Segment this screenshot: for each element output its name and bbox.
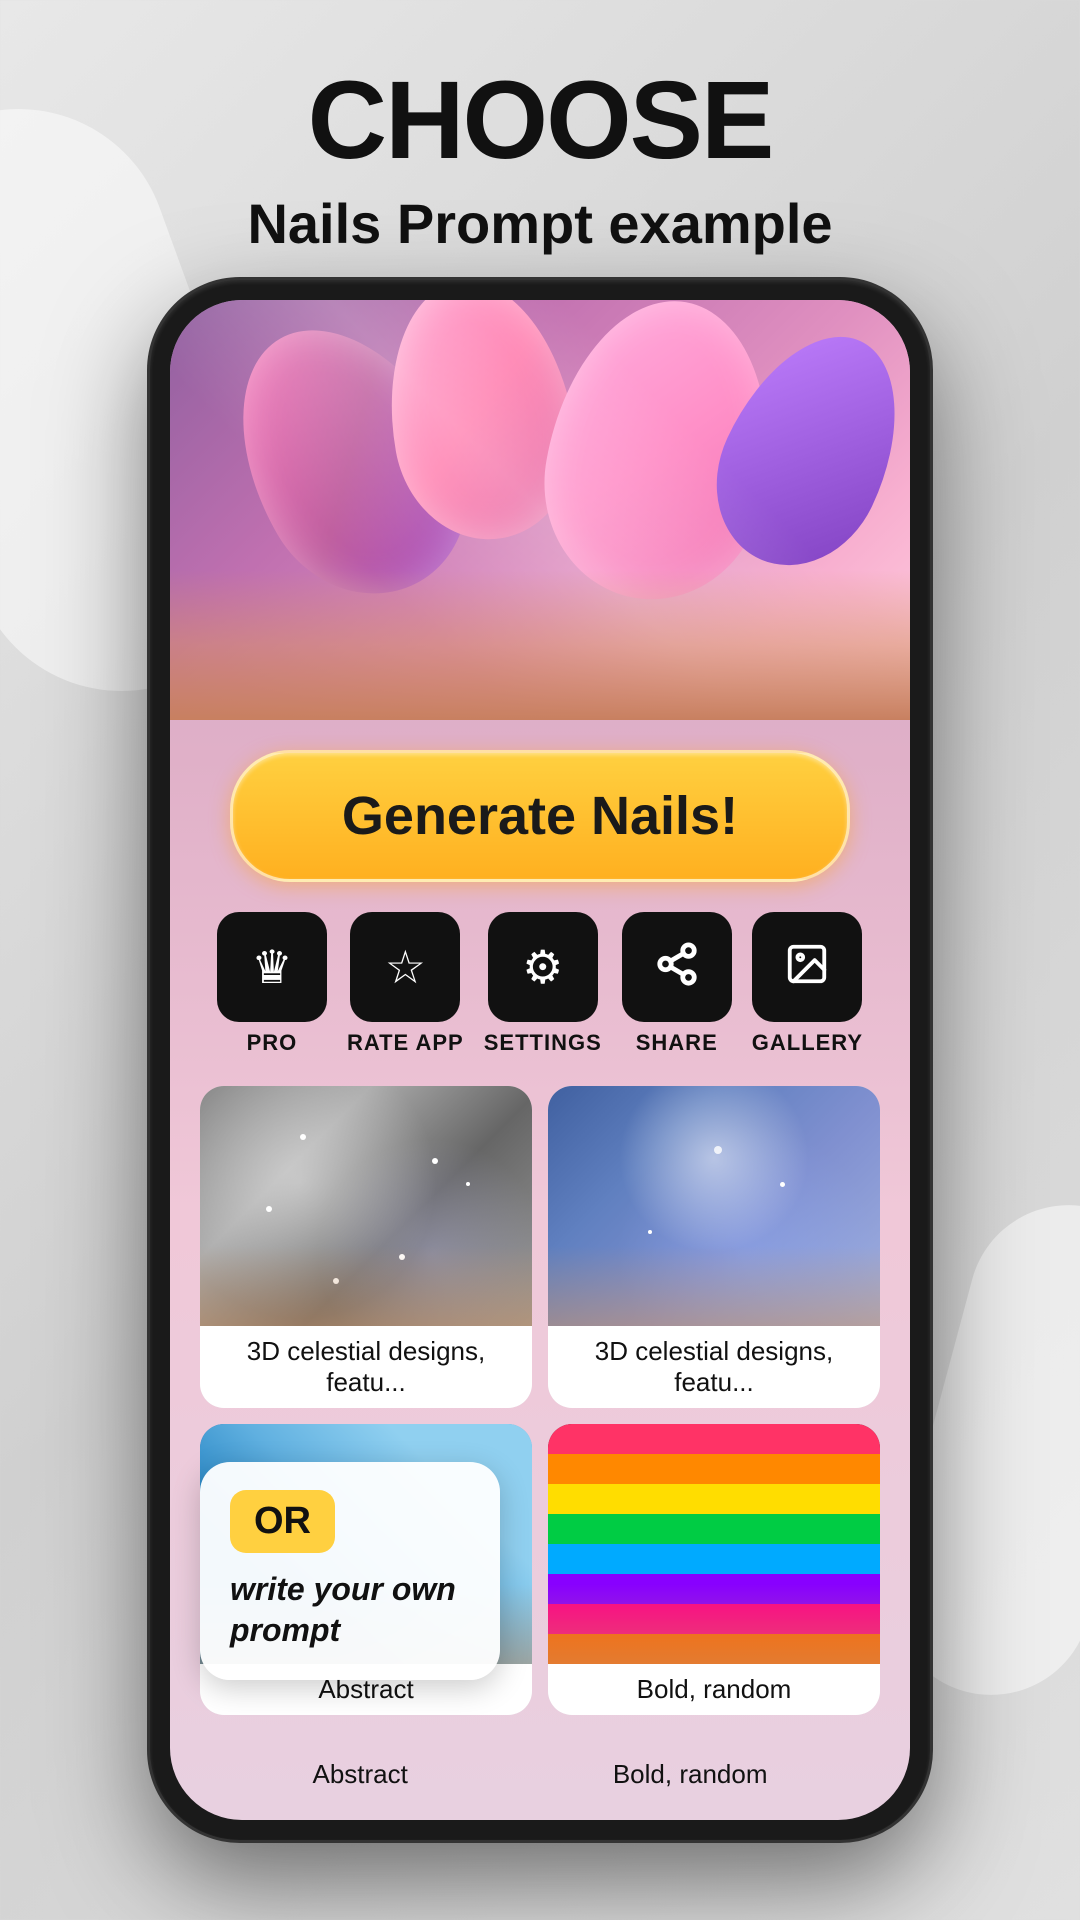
or-badge: OR — [230, 1490, 335, 1553]
gallery-label-1: 3D celestial designs, featu... — [200, 1326, 532, 1408]
generate-nails-button[interactable]: Generate Nails! — [230, 750, 850, 882]
pro-label: PRO — [247, 1030, 298, 1056]
toolbar-item-gallery[interactable]: GALLERY — [752, 912, 863, 1056]
toolbar-item-rate-app[interactable]: ☆ RATE APP — [347, 912, 464, 1056]
gallery-label: GALLERY — [752, 1030, 863, 1056]
or-prompt-box: OR write your own prompt — [200, 1462, 500, 1680]
toolbar-item-share[interactable]: SHARE — [622, 912, 732, 1056]
phone-screen: Generate Nails! ♛ PRO ☆ RATE APP — [170, 300, 910, 1820]
skin-overlay-1 — [200, 1246, 532, 1326]
bottom-label-right: Bold, random — [613, 1759, 768, 1790]
pro-icon-box[interactable]: ♛ — [217, 912, 327, 1022]
gallery-label-2: 3D celestial designs, featu... — [548, 1326, 880, 1408]
nail-hand — [170, 570, 910, 720]
skin-overlay-4 — [548, 1584, 880, 1664]
gallery-thumb-1 — [200, 1086, 532, 1326]
toolbar-item-pro[interactable]: ♛ PRO — [217, 912, 327, 1056]
settings-icon-box[interactable]: ⚙ — [488, 912, 598, 1022]
gallery-thumb-4 — [548, 1424, 880, 1664]
gallery-item-1[interactable]: 3D celestial designs, featu... — [200, 1086, 532, 1408]
skin-overlay-2 — [548, 1246, 880, 1326]
nail-hero-image — [170, 300, 910, 720]
gallery-thumb-2 — [548, 1086, 880, 1326]
phone-shell: Generate Nails! ♛ PRO ☆ RATE APP — [150, 280, 930, 1840]
page-subtitle: Nails Prompt example — [40, 191, 1040, 256]
page-title: CHOOSE — [40, 60, 1040, 181]
bottom-labels: Abstract Bold, random — [170, 1759, 910, 1790]
gear-icon: ⚙ — [522, 944, 563, 990]
share-icon — [654, 941, 700, 994]
gallery-label-4: Bold, random — [548, 1664, 880, 1715]
bottom-label-left: Abstract — [312, 1759, 407, 1790]
toolbar-item-settings[interactable]: ⚙ SETTINGS — [484, 912, 602, 1056]
toolbar: ♛ PRO ☆ RATE APP ⚙ SETTINGS — [170, 902, 910, 1076]
settings-label: SETTINGS — [484, 1030, 602, 1056]
gallery-icon — [784, 941, 830, 994]
or-prompt-text: write your own prompt — [230, 1569, 470, 1652]
phone-mockup: Generate Nails! ♛ PRO ☆ RATE APP — [150, 280, 930, 1840]
star-icon: ☆ — [385, 944, 426, 990]
crown-icon: ♛ — [251, 944, 292, 990]
rate-app-label: RATE APP — [347, 1030, 464, 1056]
generate-button-container: Generate Nails! — [170, 720, 910, 902]
share-icon-box[interactable] — [622, 912, 732, 1022]
rate-app-icon-box[interactable]: ☆ — [350, 912, 460, 1022]
share-label: SHARE — [636, 1030, 718, 1056]
gallery-item-2[interactable]: 3D celestial designs, featu... — [548, 1086, 880, 1408]
gallery-item-4[interactable]: Bold, random — [548, 1424, 880, 1715]
gallery-icon-box[interactable] — [752, 912, 862, 1022]
